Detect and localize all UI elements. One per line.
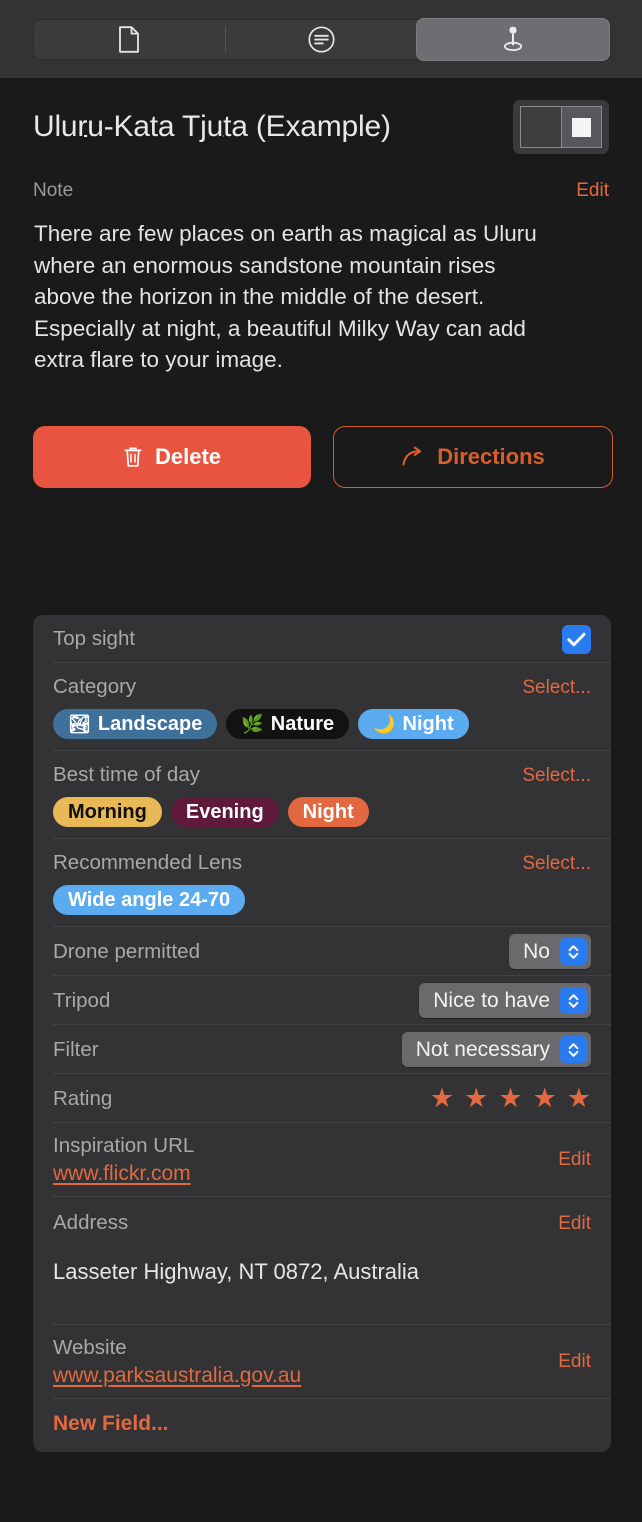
filter-row: Filter Not necessary <box>33 1025 611 1074</box>
sidebar-item-document[interactable] <box>33 19 225 60</box>
inspiration-url-label: Inspiration URL <box>53 1134 195 1157</box>
top-sight-label: Top sight <box>53 627 136 650</box>
crescent-moon-emoji-icon: 🌙 <box>373 714 396 734</box>
chip-label: Morning <box>68 800 147 823</box>
inspiration-url-block: Inspiration URL www.flickr.com Edit <box>33 1123 611 1197</box>
chip-label: Evening <box>185 800 264 823</box>
note-edit-button[interactable]: Edit <box>576 180 609 202</box>
header: Uluru-Kata Tjuta (Example) <box>0 78 642 154</box>
split-view-selected-indicator <box>572 117 591 137</box>
page-title: Uluru-Kata Tjuta (Example) <box>33 110 391 143</box>
address-block: Address Edit Lasseter Highway, NT 0872, … <box>33 1197 611 1325</box>
star-5[interactable]: ★ <box>567 1085 591 1112</box>
website-edit-button[interactable]: Edit <box>558 1351 591 1373</box>
chip-evening[interactable]: Evening <box>170 797 279 827</box>
drone-permitted-label: Drone permitted <box>53 939 200 963</box>
lens-select-button[interactable]: Select... <box>522 853 591 875</box>
tripod-label: Tripod <box>53 988 111 1012</box>
website-block: Website www.parksaustralia.gov.au Edit <box>33 1325 611 1399</box>
star-2[interactable]: ★ <box>464 1085 488 1112</box>
inspiration-url-link[interactable]: www.flickr.com <box>53 1162 191 1186</box>
delete-button[interactable]: Delete <box>33 425 311 488</box>
tripod-row: Tripod Nice to have <box>33 976 611 1025</box>
category-label: Category <box>53 675 137 698</box>
rating-label: Rating <box>53 1086 113 1110</box>
new-field-button[interactable]: New Field... <box>33 1399 611 1452</box>
star-1[interactable]: ★ <box>430 1085 454 1112</box>
drone-permitted-select[interactable]: No <box>509 934 591 969</box>
directions-arrow-icon <box>401 446 425 468</box>
filter-select[interactable]: Not necessary <box>401 1032 591 1067</box>
chip-nature[interactable]: 🌿 Nature <box>226 709 350 739</box>
view-mode-segmented-control[interactable] <box>33 18 609 60</box>
category-chips: 🏞 Landscape 🌿 Nature 🌙 Night <box>53 709 591 739</box>
inspiration-url-edit-button[interactable]: Edit <box>558 1149 591 1171</box>
drone-permitted-row: Drone permitted No <box>33 927 611 976</box>
category-select-button[interactable]: Select... <box>522 677 591 699</box>
split-view-left-pane[interactable] <box>520 106 561 148</box>
drone-permitted-value: No <box>523 939 550 963</box>
rating-stars[interactable]: ★ ★ ★ ★ ★ <box>430 1085 591 1112</box>
details-card: Top sight Category Select... 🏞 Landscape… <box>33 615 611 1452</box>
chip-label: Night <box>402 712 454 735</box>
chip-wide-angle[interactable]: Wide angle 24-70 <box>53 885 246 915</box>
chip-label: Night <box>302 800 354 823</box>
chevron-updown-icon <box>560 987 587 1014</box>
chip-night-time[interactable]: Night <box>287 797 369 827</box>
toolbar <box>0 0 642 78</box>
lens-chips: Wide angle 24-70 <box>53 885 591 915</box>
best-time-block: Best time of day Select... Morning Eveni… <box>33 751 611 839</box>
note-body-text: There are few places on earth as magical… <box>34 221 537 372</box>
sidebar-item-location[interactable] <box>417 18 609 60</box>
landscape-emoji-icon: 🏞 <box>68 714 91 734</box>
sidebar-item-info[interactable] <box>225 19 417 60</box>
address-label: Address <box>53 1211 129 1234</box>
star-4[interactable]: ★ <box>533 1085 557 1112</box>
directions-button[interactable]: Directions <box>333 425 613 488</box>
chip-night[interactable]: 🌙 Night <box>358 709 469 739</box>
star-3[interactable]: ★ <box>498 1085 522 1112</box>
tripod-select[interactable]: Nice to have <box>419 983 591 1018</box>
note-header: Note Edit <box>0 154 642 202</box>
lens-label: Recommended Lens <box>53 851 243 874</box>
best-time-select-button[interactable]: Select... <box>522 765 591 787</box>
chevron-updown-icon <box>560 1036 587 1063</box>
delete-button-label: Delete <box>154 443 222 469</box>
website-label: Website <box>53 1336 127 1359</box>
split-view-toggle[interactable] <box>513 100 609 154</box>
chip-label: Wide angle 24-70 <box>68 888 231 911</box>
best-time-chips: Morning Evening Night <box>53 797 591 827</box>
place-detail-panel: Uluru-Kata Tjuta (Example) Note Edit The… <box>0 0 642 1522</box>
filter-label: Filter <box>53 1037 99 1061</box>
chip-label: Landscape <box>97 712 203 735</box>
split-view-right-pane[interactable] <box>561 106 602 148</box>
top-sight-row: Top sight <box>33 615 611 663</box>
address-value: Lasseter Highway, NT 0872, Australia <box>53 1259 420 1284</box>
website-link[interactable]: www.parksaustralia.gov.au <box>53 1364 301 1388</box>
category-block: Category Select... 🏞 Landscape 🌿 Nature … <box>33 663 611 751</box>
filter-value: Not necessary <box>415 1037 550 1061</box>
lens-block: Recommended Lens Select... Wide angle 24… <box>33 839 611 927</box>
trash-icon <box>123 445 143 469</box>
note-label: Note <box>33 180 74 201</box>
document-icon <box>118 25 140 53</box>
directions-button-label: Directions <box>437 443 545 469</box>
chip-morning[interactable]: Morning <box>53 797 162 827</box>
leaf-emoji-icon: 🌿 <box>241 714 264 734</box>
address-edit-button[interactable]: Edit <box>558 1213 591 1235</box>
rating-row: Rating ★ ★ ★ ★ ★ <box>33 1074 611 1123</box>
top-sight-checkbox[interactable] <box>562 624 591 654</box>
map-pin-icon <box>500 25 526 53</box>
chip-label: Nature <box>270 712 335 735</box>
chip-landscape[interactable]: 🏞 Landscape <box>53 709 218 739</box>
action-buttons: Delete Directions <box>0 376 642 488</box>
chevron-updown-icon <box>560 938 587 965</box>
text-lines-circle-icon <box>307 25 335 53</box>
best-time-label: Best time of day <box>53 763 200 786</box>
tripod-value: Nice to have <box>433 988 550 1012</box>
